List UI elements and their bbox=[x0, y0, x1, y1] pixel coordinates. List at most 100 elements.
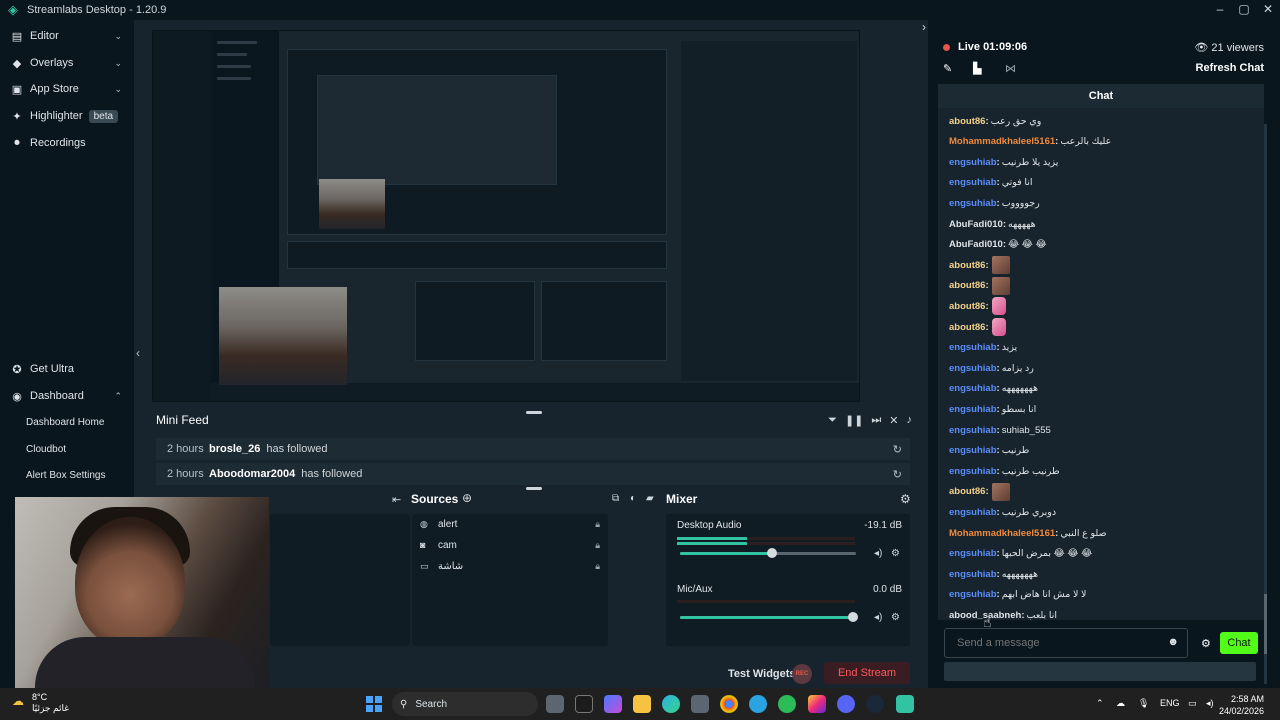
tray-chevron-icon[interactable]: ⌃ bbox=[1096, 698, 1104, 709]
desktop-audio-slider[interactable] bbox=[680, 548, 856, 558]
chat-username[interactable]: engsuhiab bbox=[949, 177, 997, 188]
test-widgets-button[interactable]: Test Widgets bbox=[728, 668, 796, 680]
end-stream-button[interactable]: End Stream bbox=[824, 662, 910, 684]
source-item-alert[interactable]: ◍ alert 🔒︎ bbox=[420, 514, 600, 534]
sidebar-item-dashboard-home[interactable]: Dashboard Home bbox=[26, 417, 104, 428]
chat-username[interactable]: engsuhiab bbox=[949, 548, 997, 559]
speaker-icon[interactable]: ◂) bbox=[874, 548, 882, 559]
maximize-icon[interactable]: ▢ bbox=[1232, 0, 1256, 18]
chat-username[interactable]: engsuhiab bbox=[949, 198, 997, 209]
gear-icon[interactable]: ⚙ bbox=[891, 548, 900, 559]
source-item-screen[interactable]: ▭ شاشة 🔒︎ bbox=[420, 556, 600, 576]
studio-mode-icon[interactable]: ⧉ bbox=[612, 493, 619, 504]
gear-icon[interactable]: ⚙ bbox=[891, 612, 900, 623]
sidebar-item-highlighter[interactable]: ✦ Highlighter beta bbox=[0, 103, 134, 129]
chat-send-button[interactable]: Chat bbox=[1220, 632, 1258, 654]
emoji-icon[interactable]: ☻ bbox=[1167, 636, 1179, 648]
record-button[interactable]: REC bbox=[792, 664, 812, 684]
edge-icon[interactable] bbox=[662, 695, 680, 713]
chat-username[interactable]: engsuhiab bbox=[949, 383, 997, 394]
store-icon[interactable] bbox=[691, 695, 709, 713]
repeat-alert-icon[interactable]: ↻ bbox=[893, 443, 902, 456]
chat-username[interactable]: engsuhiab bbox=[949, 342, 997, 353]
cloud-icon[interactable]: ☁ bbox=[1116, 698, 1125, 709]
minimize-icon[interactable]: – bbox=[1208, 0, 1232, 18]
lock-icon[interactable]: 🔒︎ bbox=[595, 561, 600, 572]
copilot-icon[interactable] bbox=[604, 695, 622, 713]
chat-username[interactable]: engsuhiab bbox=[949, 466, 997, 477]
resize-handle[interactable] bbox=[526, 487, 542, 490]
skip-icon[interactable]: ⏭ bbox=[871, 414, 881, 427]
tradingview-icon[interactable] bbox=[575, 695, 593, 713]
whatsapp-icon[interactable] bbox=[778, 695, 796, 713]
refresh-chat-button[interactable]: Refresh Chat bbox=[1196, 62, 1264, 74]
repeat-alert-icon[interactable]: ↻ bbox=[893, 468, 902, 481]
chat-username[interactable]: engsuhiab bbox=[949, 569, 997, 580]
source-visibility-icon[interactable]: ◐ bbox=[630, 493, 636, 504]
chevron-right-icon[interactable]: › bbox=[922, 20, 926, 34]
chat-username[interactable]: about86 bbox=[949, 322, 985, 333]
stream-preview[interactable] bbox=[152, 30, 860, 402]
popout-icon[interactable]: ▙ bbox=[973, 62, 981, 75]
add-source-icon[interactable]: ⊕ bbox=[462, 491, 472, 505]
task-view-icon[interactable] bbox=[546, 695, 564, 713]
sidebar-item-recordings[interactable]: ⏺ Recordings bbox=[0, 130, 134, 156]
sidebar-item-get-ultra[interactable]: ✪ Get Ultra bbox=[0, 356, 134, 382]
mute-alerts-icon[interactable]: ✕ bbox=[889, 414, 898, 427]
sidebar-item-app-store[interactable]: ▣ App Store ⌄ bbox=[0, 76, 134, 102]
mic-icon[interactable]: 🎙︎ bbox=[1138, 698, 1149, 709]
share-icon[interactable]: ⋈ bbox=[1005, 62, 1016, 75]
chat-username[interactable]: AbuFadi010 bbox=[949, 219, 1003, 230]
windows-start-icon[interactable] bbox=[366, 696, 382, 712]
chat-input-box[interactable]: ☻ bbox=[944, 628, 1188, 658]
chrome-icon[interactable] bbox=[720, 695, 738, 713]
sidebar-item-cloudbot[interactable]: Cloudbot bbox=[26, 444, 66, 455]
chat-username[interactable]: engsuhiab bbox=[949, 363, 997, 374]
language-indicator[interactable]: ENG bbox=[1160, 698, 1180, 708]
file-explorer-icon[interactable] bbox=[633, 695, 651, 713]
lock-icon[interactable]: 🔒︎ bbox=[595, 540, 600, 551]
source-item-cam[interactable]: ◙ cam 🔒︎ bbox=[420, 535, 600, 555]
discord-icon[interactable] bbox=[837, 695, 855, 713]
sidebar-item-editor[interactable]: ▤ Editor ⌄ bbox=[0, 23, 134, 49]
chat-username[interactable]: about86 bbox=[949, 280, 985, 291]
chat-username[interactable]: about86 bbox=[949, 116, 985, 127]
collapse-panel-icon[interactable]: ⇤ bbox=[392, 493, 401, 506]
steam-icon[interactable] bbox=[866, 695, 884, 713]
taskbar-search[interactable]: ⚲ Search bbox=[392, 692, 538, 716]
sidebar-item-alert-box-settings[interactable]: Alert Box Settings bbox=[26, 470, 105, 481]
chat-username[interactable]: engsuhiab bbox=[949, 404, 997, 415]
chat-username[interactable]: about86 bbox=[949, 260, 985, 271]
mic-aux-slider[interactable] bbox=[680, 612, 858, 622]
sidebar-item-overlays[interactable]: ◆ Overlays ⌄ bbox=[0, 50, 134, 76]
streamlabs-icon[interactable] bbox=[896, 695, 914, 713]
volume-icon[interactable]: ♪ bbox=[907, 414, 913, 427]
chat-username[interactable]: Mohammadkhaleel5161 bbox=[949, 528, 1055, 539]
chat-username[interactable]: Mohammadkhaleel5161 bbox=[949, 136, 1055, 147]
chat-username[interactable]: about86 bbox=[949, 301, 985, 312]
chat-input[interactable] bbox=[945, 629, 1145, 657]
chat-username[interactable]: engsuhiab bbox=[949, 445, 997, 456]
chat-scrollbar[interactable] bbox=[1264, 124, 1267, 684]
chat-username[interactable]: AbuFadi010 bbox=[949, 239, 1003, 250]
telegram-icon[interactable] bbox=[749, 695, 767, 713]
pause-icon[interactable]: ❚❚ bbox=[845, 414, 863, 427]
lock-icon[interactable]: 🔒︎ bbox=[595, 519, 600, 530]
chat-username[interactable]: engsuhiab bbox=[949, 157, 997, 168]
weather-widget[interactable]: ☁ 8°C غائم جزئيًا bbox=[12, 692, 69, 714]
speaker-icon[interactable]: ◂) bbox=[874, 612, 882, 623]
folder-icon[interactable]: ▰ bbox=[646, 493, 654, 504]
chat-username[interactable]: about86 bbox=[949, 486, 985, 497]
taskbar-clock[interactable]: 2:58 AM 24/02/2026 bbox=[1219, 693, 1264, 717]
chat-settings-icon[interactable]: ⚙ bbox=[1201, 637, 1211, 650]
instagram-icon[interactable] bbox=[808, 695, 826, 713]
sidebar-item-dashboard[interactable]: ◉ Dashboard ⌃ bbox=[0, 383, 134, 409]
mixer-settings-icon[interactable]: ⚙ bbox=[900, 492, 911, 506]
chat-username[interactable]: engsuhiab bbox=[949, 507, 997, 518]
chat-username[interactable]: engsuhiab bbox=[949, 425, 997, 436]
close-icon[interactable]: ✕ bbox=[1256, 0, 1280, 18]
filter-icon[interactable]: ⏷ bbox=[828, 414, 837, 427]
collapse-sidebar-icon[interactable]: ‹ bbox=[136, 346, 140, 360]
chat-username[interactable]: engsuhiab bbox=[949, 589, 997, 600]
pencil-icon[interactable]: ✎ bbox=[943, 62, 952, 75]
